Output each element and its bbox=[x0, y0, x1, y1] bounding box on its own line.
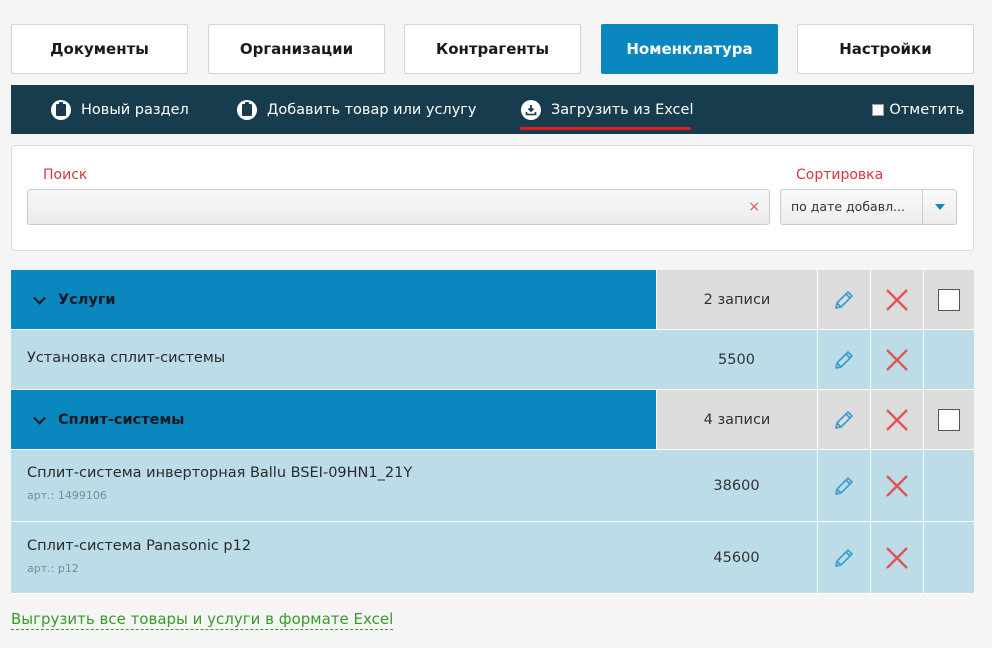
pencil-icon bbox=[835, 290, 853, 309]
export-excel-link[interactable]: Выгрузить все товары и услуги в формате … bbox=[11, 609, 394, 630]
item-name: Сплит-система инверторная Ballu BSEI-09H… bbox=[27, 465, 413, 481]
pencil-icon bbox=[835, 350, 853, 369]
clear-icon[interactable]: × bbox=[748, 199, 760, 215]
delete-button[interactable] bbox=[870, 390, 923, 449]
main-tabs: Документы Организации Контрагенты Номенк… bbox=[11, 24, 974, 74]
delete-button[interactable] bbox=[870, 270, 923, 329]
search-field: × bbox=[27, 189, 770, 225]
search-label: Поиск bbox=[43, 167, 88, 183]
add-item-label: Добавить товар или услугу bbox=[267, 101, 477, 118]
group-count: 4 записи bbox=[656, 390, 817, 449]
pencil-icon bbox=[835, 410, 853, 429]
sort-select[interactable]: по дате добавл... bbox=[780, 189, 957, 225]
cross-icon bbox=[886, 474, 908, 497]
item-name: Сплит-система Panasonic p12 bbox=[27, 538, 252, 554]
new-section-button[interactable]: Новый раздел bbox=[51, 85, 189, 134]
cross-icon bbox=[886, 408, 908, 431]
group-title: Сплит-системы bbox=[58, 411, 185, 428]
edit-button[interactable] bbox=[817, 330, 870, 389]
mark-all-toggle[interactable]: Отметить bbox=[872, 85, 964, 134]
edit-button[interactable] bbox=[817, 390, 870, 449]
highlight-underline bbox=[520, 127, 691, 130]
chevron-down-icon[interactable] bbox=[33, 411, 46, 425]
import-excel-label: Загрузить из Excel bbox=[551, 101, 694, 118]
item-name: Установка сплит-системы bbox=[27, 350, 226, 366]
sort-dropdown-button[interactable] bbox=[922, 190, 956, 224]
tab-documents[interactable]: Документы bbox=[11, 24, 188, 74]
mark-all-checkbox[interactable] bbox=[872, 103, 885, 116]
edit-button[interactable] bbox=[817, 522, 870, 593]
toolbar: Новый раздел Добавить товар или услугу З… bbox=[11, 85, 974, 134]
chevron-down-icon bbox=[935, 204, 945, 210]
pencil-icon bbox=[835, 548, 853, 567]
delete-button[interactable] bbox=[870, 450, 923, 521]
edit-button[interactable] bbox=[817, 270, 870, 329]
cross-icon bbox=[886, 288, 908, 311]
chevron-down-icon[interactable] bbox=[33, 291, 46, 305]
item-price: 38600 bbox=[656, 450, 817, 521]
tab-settings[interactable]: Настройки bbox=[797, 24, 974, 74]
row-checkbox[interactable] bbox=[938, 408, 960, 431]
empty-cell bbox=[923, 330, 974, 389]
group-count: 2 записи bbox=[656, 270, 817, 329]
delete-button[interactable] bbox=[870, 522, 923, 593]
sort-label: Сортировка bbox=[796, 167, 884, 183]
download-icon bbox=[521, 99, 541, 120]
item-price: 5500 bbox=[656, 330, 817, 389]
empty-cell bbox=[923, 522, 974, 593]
filter-panel: Поиск × Сортировка по дате добавл... bbox=[11, 145, 974, 251]
group-row-split-systems[interactable]: Сплит-системы 4 записи bbox=[11, 390, 974, 450]
item-sku: арт.: 1499106 bbox=[27, 489, 107, 502]
tab-organizations[interactable]: Организации bbox=[208, 24, 385, 74]
sort-value: по дате добавл... bbox=[791, 199, 905, 214]
row-checkbox[interactable] bbox=[938, 288, 960, 311]
select-cell bbox=[923, 270, 974, 329]
cross-icon bbox=[886, 546, 908, 569]
mark-all-label: Отметить bbox=[889, 101, 964, 118]
item-sku: арт.: p12 bbox=[27, 562, 79, 575]
table-row[interactable]: Сплит-система Panasonic p12 арт.: p12 45… bbox=[11, 522, 974, 594]
table-row[interactable]: Установка сплит-системы 5500 bbox=[11, 330, 974, 390]
clipboard-icon bbox=[237, 99, 257, 120]
cross-icon bbox=[886, 348, 908, 371]
nomenclature-table: Услуги 2 записи Установка сплит-системы … bbox=[11, 270, 974, 594]
edit-button[interactable] bbox=[817, 450, 870, 521]
delete-button[interactable] bbox=[870, 330, 923, 389]
tab-contractors[interactable]: Контрагенты bbox=[404, 24, 581, 74]
clipboard-icon bbox=[51, 99, 71, 120]
empty-cell bbox=[923, 450, 974, 521]
search-input[interactable] bbox=[28, 190, 769, 224]
new-section-label: Новый раздел bbox=[81, 101, 189, 118]
select-cell bbox=[923, 390, 974, 449]
pencil-icon bbox=[835, 476, 853, 495]
group-title: Услуги bbox=[58, 291, 116, 308]
group-row-services[interactable]: Услуги 2 записи bbox=[11, 270, 974, 330]
tab-nomenclature[interactable]: Номенклатура bbox=[601, 24, 778, 74]
item-price: 45600 bbox=[656, 522, 817, 593]
table-row[interactable]: Сплит-система инверторная Ballu BSEI-09H… bbox=[11, 450, 974, 522]
add-item-button[interactable]: Добавить товар или услугу bbox=[237, 85, 477, 134]
